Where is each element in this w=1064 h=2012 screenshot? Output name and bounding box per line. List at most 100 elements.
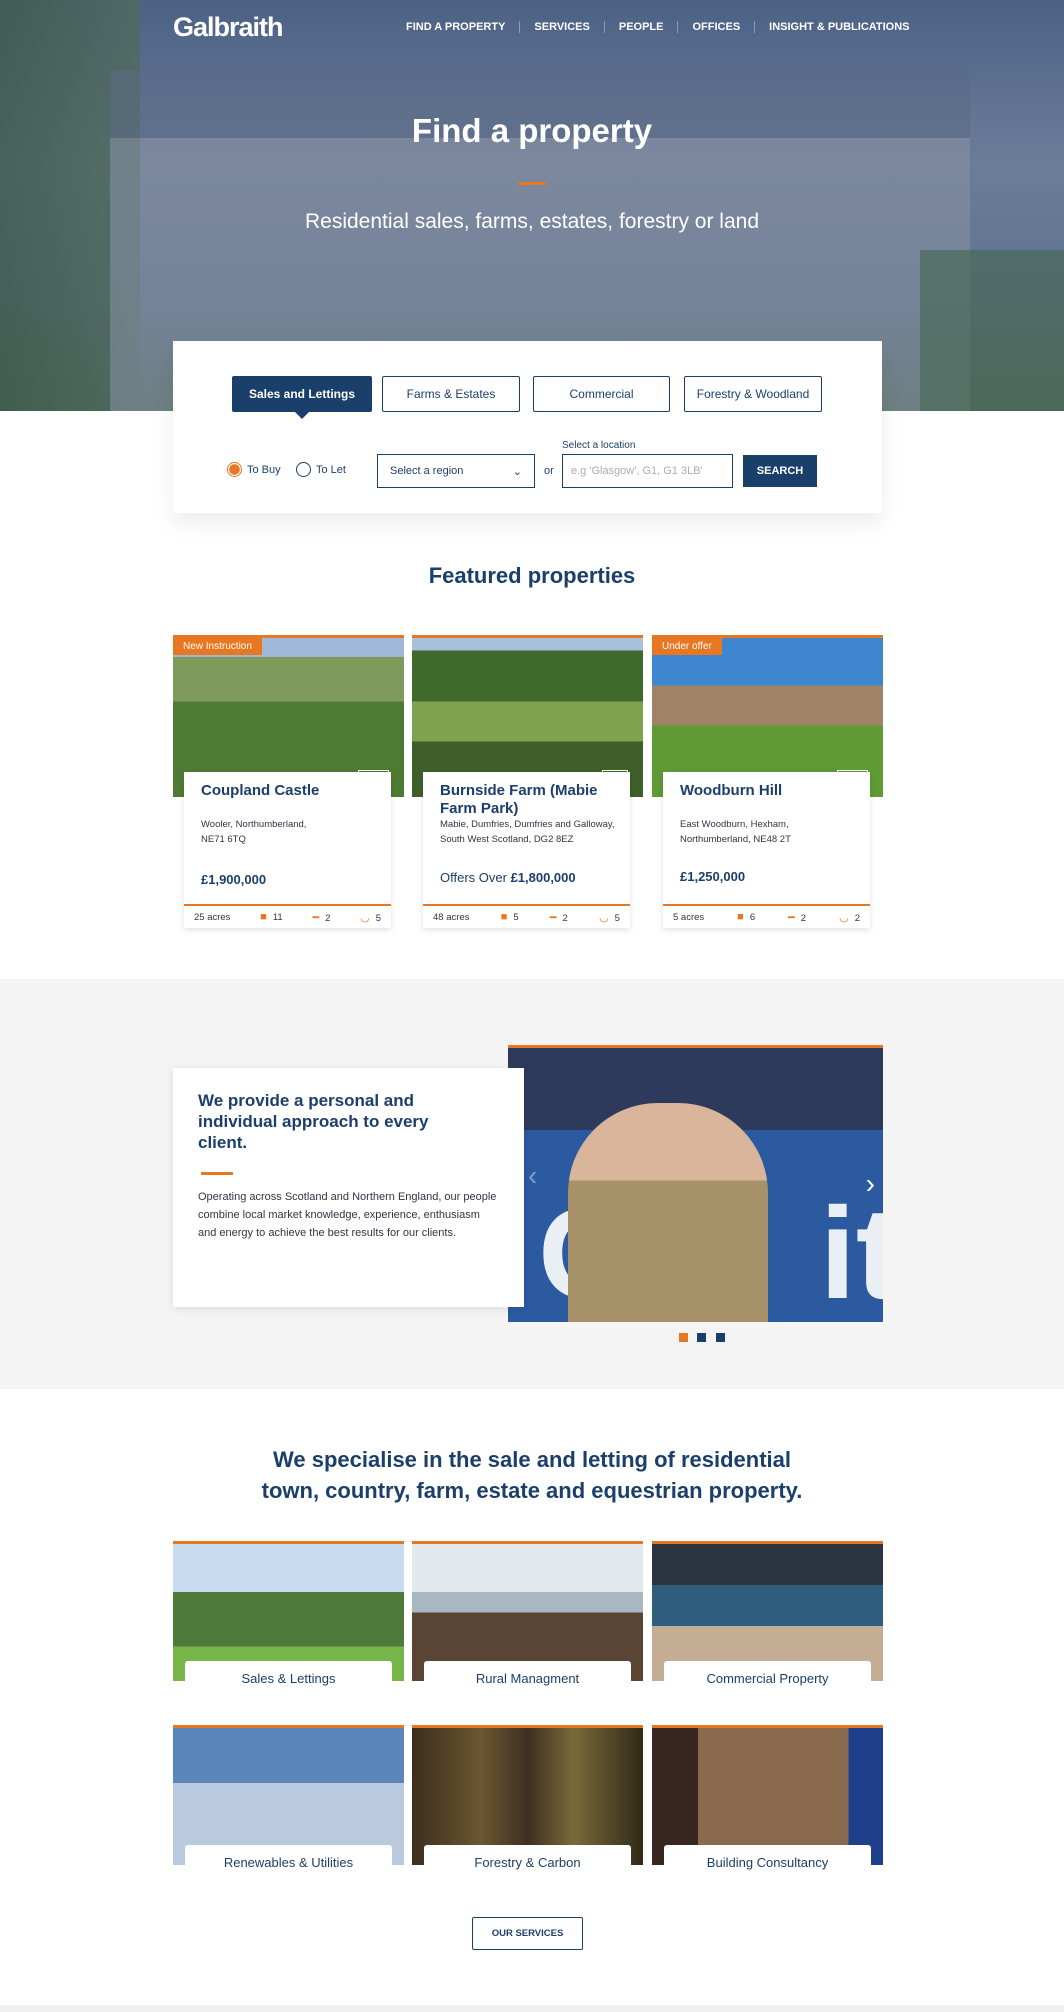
service-label: Commercial Property: [664, 1661, 871, 1695]
search-button[interactable]: SEARCH: [743, 455, 817, 487]
property-stats: 5 acres ■ 6 ━ 2 ◡ 2: [663, 904, 870, 928]
approach-heading: We provide a personal and individual app…: [198, 1091, 429, 1152]
radio-unchecked-icon: [296, 462, 311, 477]
approach-card: We provide a personal and individual app…: [173, 1068, 524, 1307]
chevron-down-icon: ⌄: [512, 465, 522, 478]
property-address: East Woodburn, Hexham, Northumberland, N…: [680, 819, 791, 845]
property-price: £1,250,000: [680, 869, 745, 884]
beds: 2: [325, 912, 331, 924]
bath-icon: ◡: [839, 911, 849, 924]
featured-heading: Featured properties: [428, 563, 636, 588]
baths: 5: [614, 912, 620, 924]
bed-icon: ━: [312, 911, 320, 924]
carousel-dot-active[interactable]: [679, 1333, 688, 1342]
bath-icon: ◡: [360, 911, 370, 924]
location-input[interactable]: e.g 'Glasgow', G1, G1 3LB': [562, 454, 733, 488]
sofa-icon: ■: [737, 911, 744, 923]
service-tile[interactable]: Sales & Lettings: [173, 1541, 404, 1695]
property-price: £1,900,000: [201, 872, 266, 887]
main-nav: FIND A PROPERTY SERVICES PEOPLE OFFICES …: [392, 21, 924, 33]
property-info: Burnside Farm (Mabie Farm Park) Mabie, D…: [423, 772, 630, 928]
approach-body: Operating across Scotland and Northern E…: [198, 1191, 497, 1239]
status-badge: New Instruction: [173, 638, 262, 655]
location-label: Select a location: [562, 440, 636, 451]
price-value: £1,800,000: [510, 870, 576, 885]
receptions: 5: [513, 912, 519, 923]
carousel-dot[interactable]: [697, 1333, 706, 1342]
acres: 48 acres: [433, 911, 470, 923]
region-select[interactable]: Select a region ⌄: [377, 454, 535, 488]
chevron-right-icon[interactable]: ›: [866, 1168, 875, 1200]
bed-icon: ━: [788, 911, 795, 924]
property-address: Mabie, Dumfries, Dumfries and Galloway, …: [440, 819, 615, 845]
carousel-image: G ith › ‹: [508, 1045, 883, 1322]
beds: 2: [800, 912, 807, 924]
property-title[interactable]: Burnside Farm (Mabie Farm Park): [440, 782, 620, 818]
sofa-icon: ■: [500, 911, 508, 923]
property-title[interactable]: Woodburn Hill: [680, 782, 860, 800]
acres: 25 acres: [194, 911, 231, 923]
services-heading-line: We specialise in the sale and letting of…: [273, 1447, 791, 1472]
tab-forestry-woodland[interactable]: Forestry & Woodland: [684, 376, 822, 412]
property-address: Wooler, Northumberland, NE71 6TQ: [201, 819, 307, 845]
baths: 5: [375, 912, 381, 924]
price-value: £1,250,000: [680, 869, 746, 884]
radio-checked-icon: [227, 462, 242, 477]
chevron-left-icon[interactable]: ‹: [528, 1160, 537, 1192]
or-label: or: [544, 465, 554, 477]
property-price: Offers Over £1,800,000: [440, 870, 576, 885]
service-label: Building Consultancy: [664, 1845, 871, 1879]
logo[interactable]: Galbraith: [173, 12, 284, 43]
services-heading-line: town, country, farm, estate and equestri…: [261, 1478, 803, 1503]
property-stats: 48 acres ■ 5 ━ 2 ◡ 5: [423, 904, 630, 928]
hero-image-foliage: [920, 250, 1064, 411]
services-heading: We specialise in the sale and letting of…: [0, 1444, 1064, 1506]
service-tile[interactable]: Building Consultancy: [652, 1725, 883, 1879]
service-label: Rural Managment: [424, 1661, 631, 1695]
hero-subtitle: Residential sales, farms, estates, fores…: [304, 210, 760, 233]
sofa-icon: ■: [260, 911, 267, 923]
service-label: Forestry & Carbon: [424, 1845, 631, 1879]
radio-label: To Let: [316, 463, 346, 476]
footer: [0, 2005, 1064, 2012]
service-label: Renewables & Utilities: [185, 1845, 392, 1879]
service-label: Sales & Lettings: [185, 1661, 392, 1695]
status-badge: Under offer: [652, 638, 722, 655]
receptions: 11: [272, 912, 283, 923]
property-card[interactable]: New Instruction ▣ 12 Coupland Castle Woo…: [173, 635, 404, 928]
region-select-value: Select a region: [390, 465, 464, 477]
property-title[interactable]: Coupland Castle: [201, 782, 381, 800]
service-tile[interactable]: Renewables & Utilities: [173, 1725, 404, 1879]
price-prefix: Offers Over: [440, 870, 511, 885]
baths: 2: [854, 912, 860, 924]
radio-label: To Buy: [247, 463, 281, 476]
property-card[interactable]: ▣ 8 Burnside Farm (Mabie Farm Park) Mabi…: [412, 635, 643, 928]
service-tile[interactable]: Forestry & Carbon: [412, 1725, 643, 1879]
nav-offices[interactable]: OFFICES: [677, 21, 754, 33]
title-underline: [518, 182, 546, 185]
heading-underline: [201, 1172, 233, 1175]
radio-to-let[interactable]: To Let: [296, 462, 346, 477]
service-tile[interactable]: Commercial Property: [652, 1541, 883, 1695]
property-info: Woodburn Hill East Woodburn, Hexham, Nor…: [663, 772, 870, 928]
service-tile[interactable]: Rural Managment: [412, 1541, 643, 1695]
nav-services[interactable]: SERVICES: [519, 21, 603, 33]
our-services-button[interactable]: OUR SERVICES: [472, 1917, 583, 1950]
property-card[interactable]: Under offer ▣ 23 Woodburn Hill East Wood…: [652, 635, 883, 928]
page-title: Find a property: [411, 112, 653, 149]
tab-commercial[interactable]: Commercial: [533, 376, 670, 412]
carousel-dot[interactable]: [716, 1333, 725, 1342]
bed-icon: ━: [549, 911, 557, 924]
acres: 5 acres: [673, 911, 705, 923]
tab-farms-estates[interactable]: Farms & Estates: [382, 376, 520, 412]
property-stats: 25 acres ■ 11 ━ 2 ◡ 5: [184, 904, 391, 928]
beds: 2: [562, 912, 568, 924]
person-photo: [568, 1103, 768, 1322]
radio-to-buy[interactable]: To Buy: [227, 462, 281, 477]
nav-insight[interactable]: INSIGHT & PUBLICATIONS: [754, 21, 923, 33]
property-info: Coupland Castle Wooler, Northumberland, …: [184, 772, 391, 928]
nav-people[interactable]: PEOPLE: [603, 21, 678, 33]
nav-find-a-property[interactable]: FIND A PROPERTY: [392, 21, 519, 33]
tab-sales-lettings[interactable]: Sales and Lettings: [232, 376, 372, 419]
bath-icon: ◡: [599, 911, 609, 924]
